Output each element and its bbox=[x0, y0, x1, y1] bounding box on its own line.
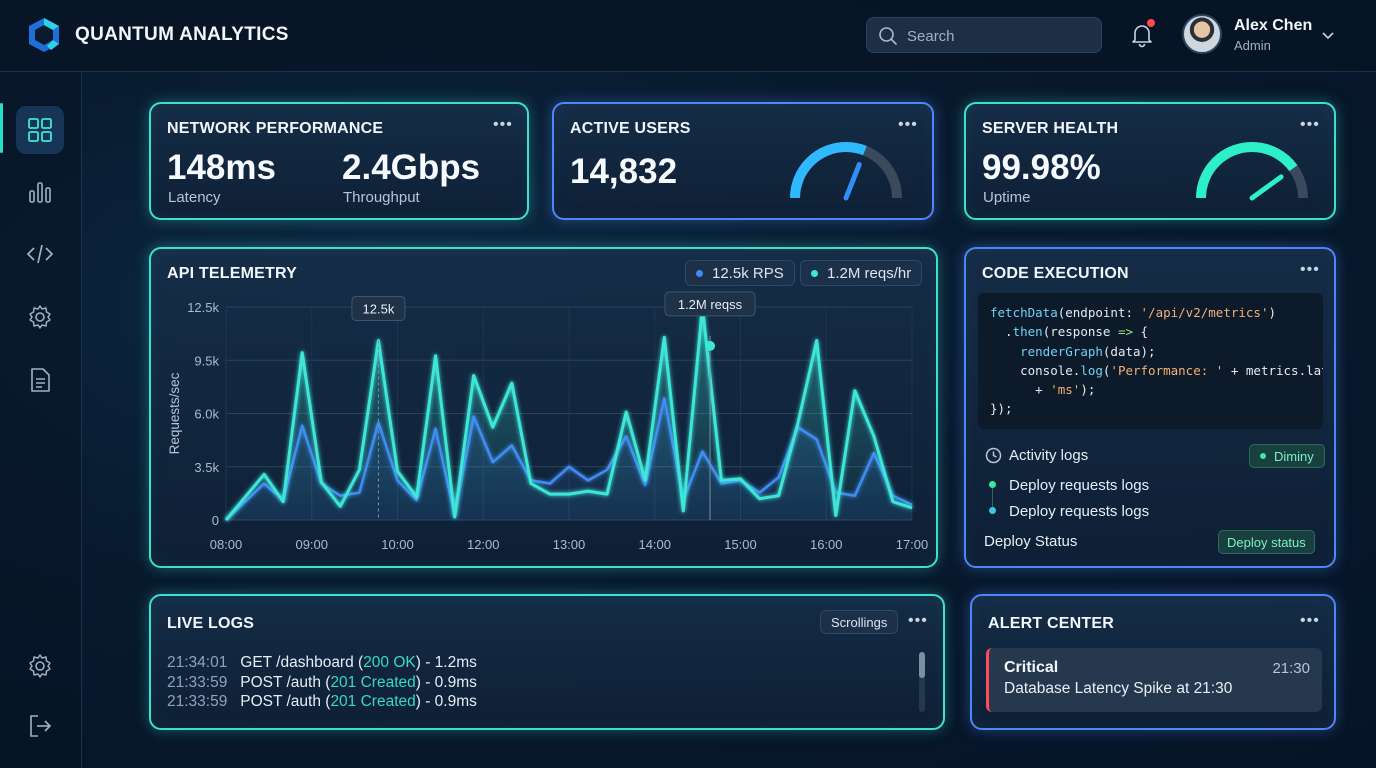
alert-level: Critical bbox=[1004, 659, 1059, 676]
sidebar-item-dashboard[interactable] bbox=[16, 106, 64, 154]
api-telemetry-card: API TELEMETRY 12.5k RPS 1.2M reqs/hr 0 3.… bbox=[149, 247, 938, 568]
more-options-icon[interactable]: ••• bbox=[1300, 116, 1320, 134]
alert-time: 21:30 bbox=[1272, 660, 1310, 677]
app-title: QUANTUM ANALYTICS bbox=[75, 24, 289, 45]
deploy-status-label: Deploy Status bbox=[984, 533, 1078, 550]
activity-badge[interactable]: Diminy bbox=[1249, 444, 1325, 468]
x-tick-label: 17:00 bbox=[896, 537, 929, 552]
code-snippet: fetchData(endpoint: '/api/v2/metrics') .… bbox=[978, 293, 1323, 429]
top-bar: QUANTUM ANALYTICS Alex Chen Admin bbox=[0, 0, 1376, 72]
log-entry: 21:33:59 POST /auth (201 Created) - 0.9m… bbox=[167, 693, 477, 710]
more-options-icon[interactable]: ••• bbox=[898, 116, 918, 134]
sidebar-item-settings[interactable] bbox=[16, 293, 64, 341]
server-health-card: SERVER HEALTH ••• 99.98% Uptime bbox=[964, 102, 1336, 220]
notification-badge bbox=[1147, 19, 1155, 27]
code-execution-card: CODE EXECUTION ••• fetchData(endpoint: '… bbox=[964, 247, 1336, 568]
activity-badge-label: Diminy bbox=[1274, 448, 1314, 464]
latency-label: Latency bbox=[168, 189, 221, 206]
more-options-icon[interactable]: ••• bbox=[1300, 612, 1320, 630]
document-icon bbox=[31, 368, 50, 392]
log-item: Deploy requests logs bbox=[1009, 477, 1150, 494]
latency-value: 148ms bbox=[167, 148, 276, 187]
sidebar-item-code[interactable] bbox=[16, 230, 64, 278]
scrollbar-track[interactable] bbox=[919, 652, 925, 712]
server-health-gauge bbox=[1196, 142, 1308, 201]
sidebar-active-indicator bbox=[0, 103, 3, 153]
active-users-gauge bbox=[790, 142, 902, 201]
y-tick-label: 0 bbox=[212, 513, 219, 528]
activity-badge-dot bbox=[1260, 453, 1266, 459]
reqs-tooltip-text: 1.2M reqss bbox=[678, 297, 743, 312]
y-tick-label: 9.5k bbox=[194, 353, 219, 368]
chevron-down-icon[interactable] bbox=[1320, 27, 1336, 43]
active-users-gauge-fill bbox=[790, 142, 902, 199]
live-logs-title: LIVE LOGS bbox=[167, 615, 255, 632]
network-card-title: NETWORK PERFORMANCE bbox=[167, 120, 384, 137]
alert-item[interactable]: Critical 21:30 Database Latency Spike at… bbox=[986, 648, 1322, 712]
avatar[interactable] bbox=[1182, 14, 1222, 54]
log-entry: 21:34:01 GET /dashboard (200 OK) - 1.2ms bbox=[167, 654, 477, 671]
y-tick-label: 3.5k bbox=[194, 460, 219, 475]
sidebar-item-analytics[interactable] bbox=[16, 168, 64, 216]
log-dot bbox=[989, 481, 996, 488]
active-users-value: 14,832 bbox=[570, 152, 678, 191]
sidebar-item-preferences[interactable] bbox=[16, 642, 64, 690]
alert-message: Database Latency Spike at 21:30 bbox=[1004, 680, 1233, 697]
log-item: Deploy requests logs bbox=[1009, 503, 1150, 520]
throughput-label: Throughput bbox=[343, 189, 420, 206]
code-execution-title: CODE EXECUTION bbox=[982, 265, 1129, 282]
logo-icon bbox=[29, 18, 59, 52]
x-tick-label: 12:00 bbox=[467, 537, 500, 552]
user-name[interactable]: Alex Chen bbox=[1234, 17, 1312, 35]
deploy-status-button[interactable]: Deploy status bbox=[1218, 530, 1315, 554]
more-options-icon[interactable]: ••• bbox=[908, 612, 928, 630]
activity-logs-label: Activity logs bbox=[1009, 447, 1089, 464]
settings-icon bbox=[29, 305, 51, 329]
x-tick-label: 14:00 bbox=[638, 537, 671, 552]
more-options-icon[interactable]: ••• bbox=[493, 116, 513, 134]
throughput-value: 2.4Gbps bbox=[342, 148, 481, 187]
x-tick-label: 09:00 bbox=[295, 537, 328, 552]
y-tick-label: 6.0k bbox=[194, 407, 219, 422]
peak-tooltip-text: 12.5k bbox=[363, 301, 395, 316]
telemetry-chart: 0 3.5k 6.0k 9.5k 12.5k 08:00 09:00 10:00 12:00 13… bbox=[167, 291, 929, 552]
uptime-label: Uptime bbox=[983, 189, 1031, 206]
search-box[interactable] bbox=[866, 17, 1102, 53]
bar-chart-icon bbox=[29, 182, 51, 203]
search-input[interactable] bbox=[907, 25, 1087, 47]
x-tick-label: 10:00 bbox=[381, 537, 414, 552]
uptime-value: 99.98% bbox=[982, 148, 1101, 187]
server-health-title: SERVER HEALTH bbox=[982, 120, 1119, 137]
server-health-gauge-needle bbox=[1249, 174, 1284, 201]
user-role: Admin bbox=[1234, 38, 1271, 53]
dashboard-icon bbox=[28, 118, 52, 142]
code-icon bbox=[26, 244, 54, 264]
x-tick-label: 15:00 bbox=[724, 537, 757, 552]
log-dot bbox=[989, 507, 996, 514]
alert-center-card: ALERT CENTER ••• Critical 21:30 Database… bbox=[970, 594, 1336, 730]
x-tick-label: 16:00 bbox=[810, 537, 843, 552]
more-options-icon[interactable]: ••• bbox=[1300, 261, 1320, 279]
alert-center-title: ALERT CENTER bbox=[988, 615, 1114, 632]
clock-icon bbox=[985, 447, 1002, 464]
x-tick-label: 13:00 bbox=[553, 537, 586, 552]
sidebar-item-reports[interactable] bbox=[16, 356, 64, 404]
settings-icon bbox=[29, 654, 51, 678]
active-users-title: ACTIVE USERS bbox=[570, 120, 691, 137]
reqs-tooltip-dot bbox=[705, 340, 716, 351]
network-performance-card: NETWORK PERFORMANCE ••• 148ms Latency 2.… bbox=[149, 102, 529, 220]
scroll-button[interactable]: Scrollings bbox=[820, 610, 899, 634]
log-entry: 21:33:59 POST /auth (201 Created) - 0.9m… bbox=[167, 674, 477, 691]
y-tick-label: 12.5k bbox=[187, 300, 219, 315]
search-icon bbox=[879, 27, 897, 45]
x-tick-label: 08:00 bbox=[210, 537, 243, 552]
active-users-gauge-needle bbox=[843, 162, 862, 201]
live-logs-card: LIVE LOGS Scrollings ••• 21:34:01 GET /d… bbox=[149, 594, 945, 730]
y-axis-label: Requests/sec bbox=[167, 372, 182, 454]
active-users-card: ACTIVE USERS ••• 14,832 bbox=[552, 102, 934, 220]
server-health-gauge-fill bbox=[1196, 142, 1308, 199]
logout-icon bbox=[30, 715, 52, 737]
sidebar-item-logout[interactable] bbox=[16, 702, 64, 750]
scrollbar-thumb[interactable] bbox=[919, 652, 925, 678]
